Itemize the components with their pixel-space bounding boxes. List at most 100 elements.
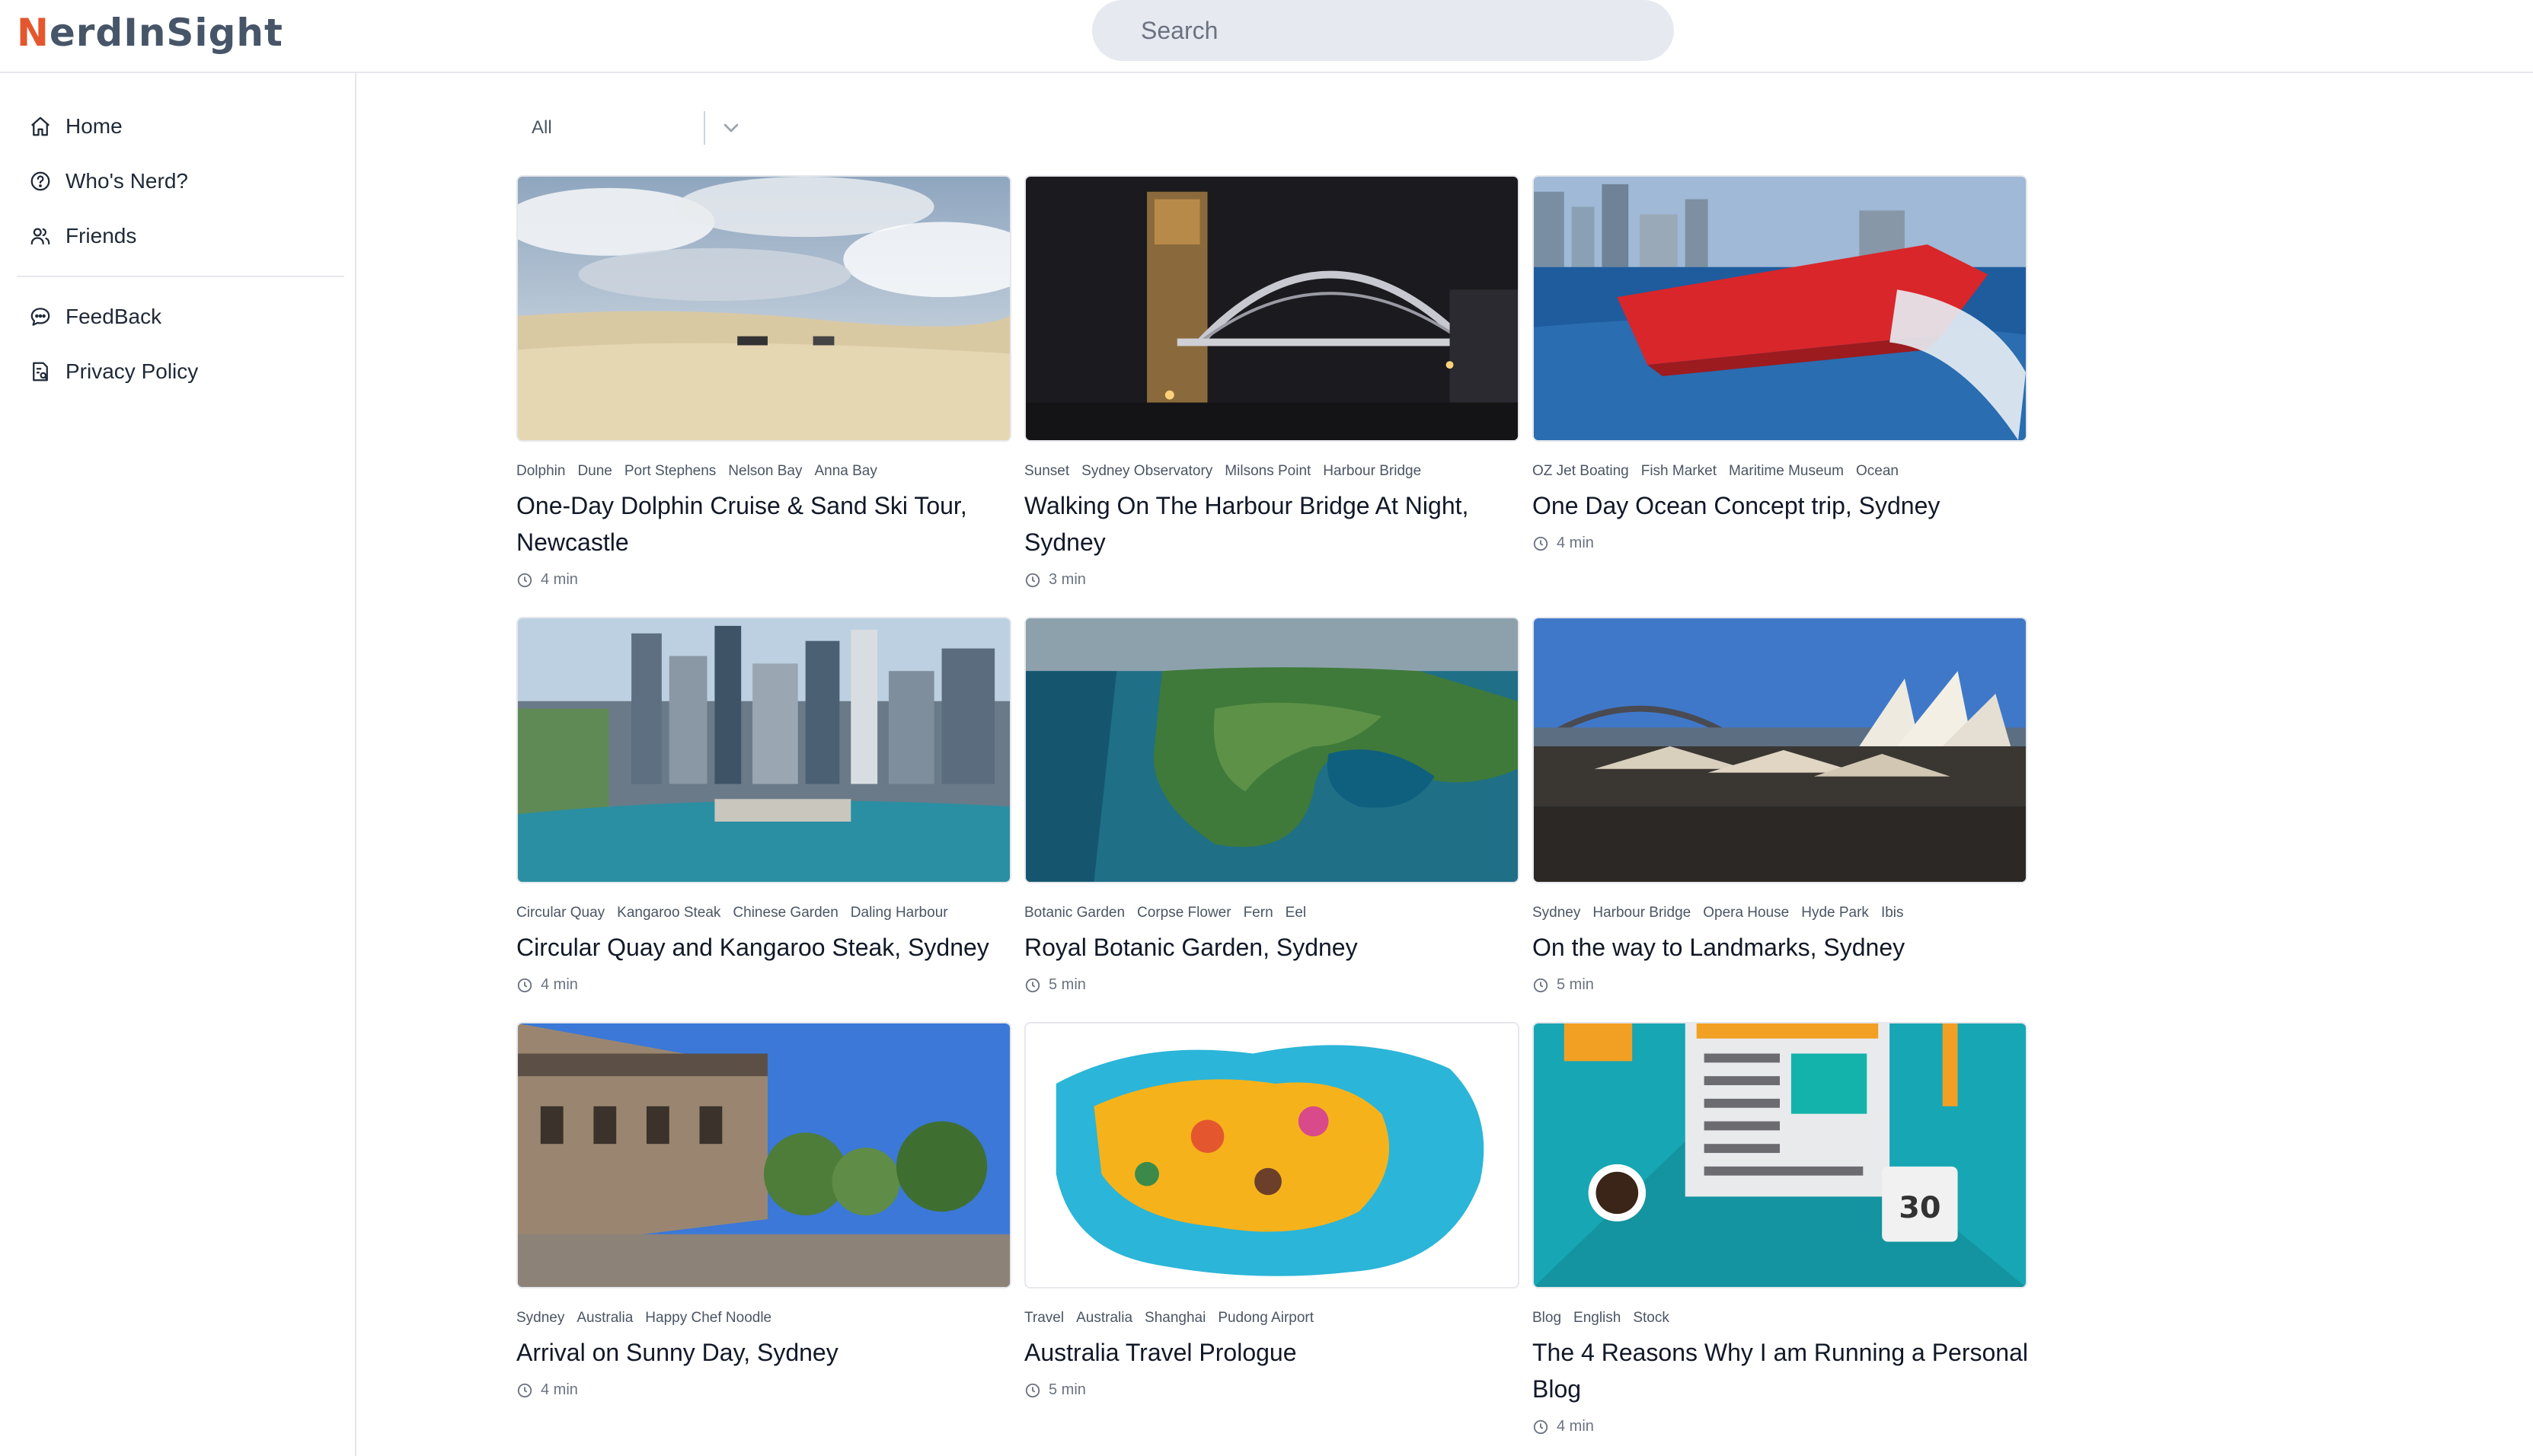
post-tag[interactable]: Australia [577,1310,633,1326]
post-read-time: 5 min [1024,1381,1086,1399]
post-tag[interactable]: Pudong Airport [1218,1310,1314,1326]
post-tag[interactable]: Nelson Bay [728,463,802,479]
sand-dune-image [518,177,1010,440]
sunny-street-image [518,1023,1010,1287]
read-time-label: 5 min [1557,976,1594,993]
chat-bubble-icon [30,308,50,326]
category-filter-select[interactable]: All [516,107,752,149]
sidebar-item-label: Privacy Policy [65,359,199,383]
post-title[interactable]: Royal Botanic Garden, Sydney [1024,929,1527,966]
read-time-label: 4 min [1557,1418,1594,1435]
post-tag[interactable]: Blog [1532,1310,1561,1326]
post-tag[interactable]: English [1573,1310,1621,1326]
post-tag[interactable]: Happy Chef Noodle [645,1310,771,1326]
post-tag[interactable]: Circular Quay [516,905,605,921]
document-icon [33,362,48,382]
post-thumbnail[interactable] [1532,617,2027,883]
clock-icon [1533,978,1548,992]
sidebar-divider [17,276,344,277]
post-thumbnail[interactable] [516,617,1011,883]
sidebar-item-feedback[interactable]: FeedBack [29,294,161,340]
read-time-label: 5 min [1049,1381,1086,1398]
post-tag[interactable]: Australia [1076,1310,1132,1326]
post-tag[interactable]: Stock [1633,1310,1669,1326]
filter-separator [704,111,705,145]
post-tag[interactable]: Travel [1024,1310,1064,1326]
post-tag[interactable]: Opera House [1703,905,1789,921]
sidebar: Home Who's Nerd? Friends FeedBack Privac… [0,73,356,1456]
clock-icon [1025,1383,1040,1397]
harbour-bridge-night-image [1026,177,1518,440]
sidebar-item-home[interactable]: Home [29,104,123,149]
post-tag[interactable]: Dolphin [516,463,565,479]
post-tag[interactable]: Daling Harbour [851,905,948,921]
post-thumbnail[interactable] [1532,175,2027,442]
post-tag[interactable]: Shanghai [1145,1310,1206,1326]
post-read-time: 4 min [1532,1418,1594,1435]
post-tag[interactable]: Anna Bay [814,463,877,479]
site-logo[interactable]: NerdInSight [17,6,283,59]
post-tags: Sunset Sydney Observatory Milsons Point Har… [1024,463,1433,480]
users-icon [30,228,50,245]
post-thumbnail[interactable]: 30 [1532,1022,2027,1288]
post-title[interactable]: Circular Quay and Kangaroo Steak, Sydney [516,929,1019,966]
post-tag[interactable]: Corpse Flower [1137,905,1231,921]
post-tag[interactable]: Fern [1244,905,1273,921]
logo-initial: N [17,11,50,55]
post-tag[interactable]: Sydney [516,1310,564,1326]
post-title[interactable]: On the way to Landmarks, Sydney [1532,929,2035,966]
post-tag[interactable]: Sunset [1024,463,1069,479]
post-tag[interactable]: Ibis [1881,905,1904,921]
opera-house-landmarks-image [1534,618,2026,882]
post-read-time: 4 min [516,1381,578,1399]
post-thumbnail[interactable] [1024,175,1519,442]
post-title[interactable]: Arrival on Sunny Day, Sydney [516,1334,1019,1371]
post-title[interactable]: One Day Ocean Concept trip, Sydney [1532,487,2035,524]
read-time-label: 4 min [1557,535,1594,551]
clock-icon [1025,573,1040,587]
post-thumbnail[interactable] [516,175,1011,442]
clock-icon [1533,536,1548,551]
post-thumbnail[interactable] [516,1022,1011,1288]
botanic-garden-aerial-image [1026,618,1518,882]
post-read-time: 5 min [1532,976,1594,994]
post-read-time: 4 min [516,571,578,589]
post-title[interactable]: Australia Travel Prologue [1024,1334,1527,1371]
post-read-time: 5 min [1024,976,1086,994]
post-title[interactable]: One-Day Dolphin Cruise & Sand Ski Tour, … [516,487,1019,560]
post-tag[interactable]: Kangaroo Steak [617,905,720,921]
post-tag[interactable]: Milsons Point [1225,463,1311,479]
post-tag[interactable]: OZ Jet Boating [1532,463,1629,479]
australia-map-illustration [1026,1023,1518,1287]
chevron-down-icon[interactable] [719,116,743,140]
sidebar-item-label: FeedBack [65,305,162,328]
search-input[interactable] [1092,0,1674,61]
jet-boat-image [1534,177,2026,440]
post-tag[interactable]: Harbour Bridge [1592,905,1691,921]
post-thumbnail[interactable] [1024,1022,1519,1288]
read-time-label: 4 min [541,976,578,993]
sidebar-item-whos-nerd[interactable]: Who's Nerd? [29,158,188,204]
post-thumbnail[interactable] [1024,617,1519,883]
post-tag[interactable]: Eel [1286,905,1306,921]
post-tag[interactable]: Dune [577,463,612,479]
post-tag[interactable]: Chinese Garden [733,905,838,921]
post-tags: Botanic Garden Corpse Flower Fern Eel [1024,905,1318,921]
post-tag[interactable]: Fish Market [1641,463,1717,479]
clock-icon [517,573,532,587]
post-tag[interactable]: Port Stephens [624,463,716,479]
sidebar-item-privacy-policy[interactable]: Privacy Policy [29,349,198,394]
post-tag[interactable]: Ocean [1856,463,1899,479]
post-tag[interactable]: Botanic Garden [1024,905,1125,921]
post-tag[interactable]: Maritime Museum [1729,463,1844,479]
post-tag[interactable]: Sydney Observatory [1081,463,1212,479]
post-tag[interactable]: Hyde Park [1801,905,1869,921]
sidebar-item-label: Friends [65,224,137,247]
top-header: NerdInSight [0,0,2533,73]
post-tag[interactable]: Harbour Bridge [1323,463,1421,479]
post-title[interactable]: Walking On The Harbour Bridge At Night, … [1024,487,1527,560]
post-read-time: 3 min [1024,571,1086,589]
post-title[interactable]: The 4 Reasons Why I am Running a Persona… [1532,1334,2035,1407]
post-tag[interactable]: Sydney [1532,905,1580,921]
sidebar-item-friends[interactable]: Friends [29,213,136,259]
